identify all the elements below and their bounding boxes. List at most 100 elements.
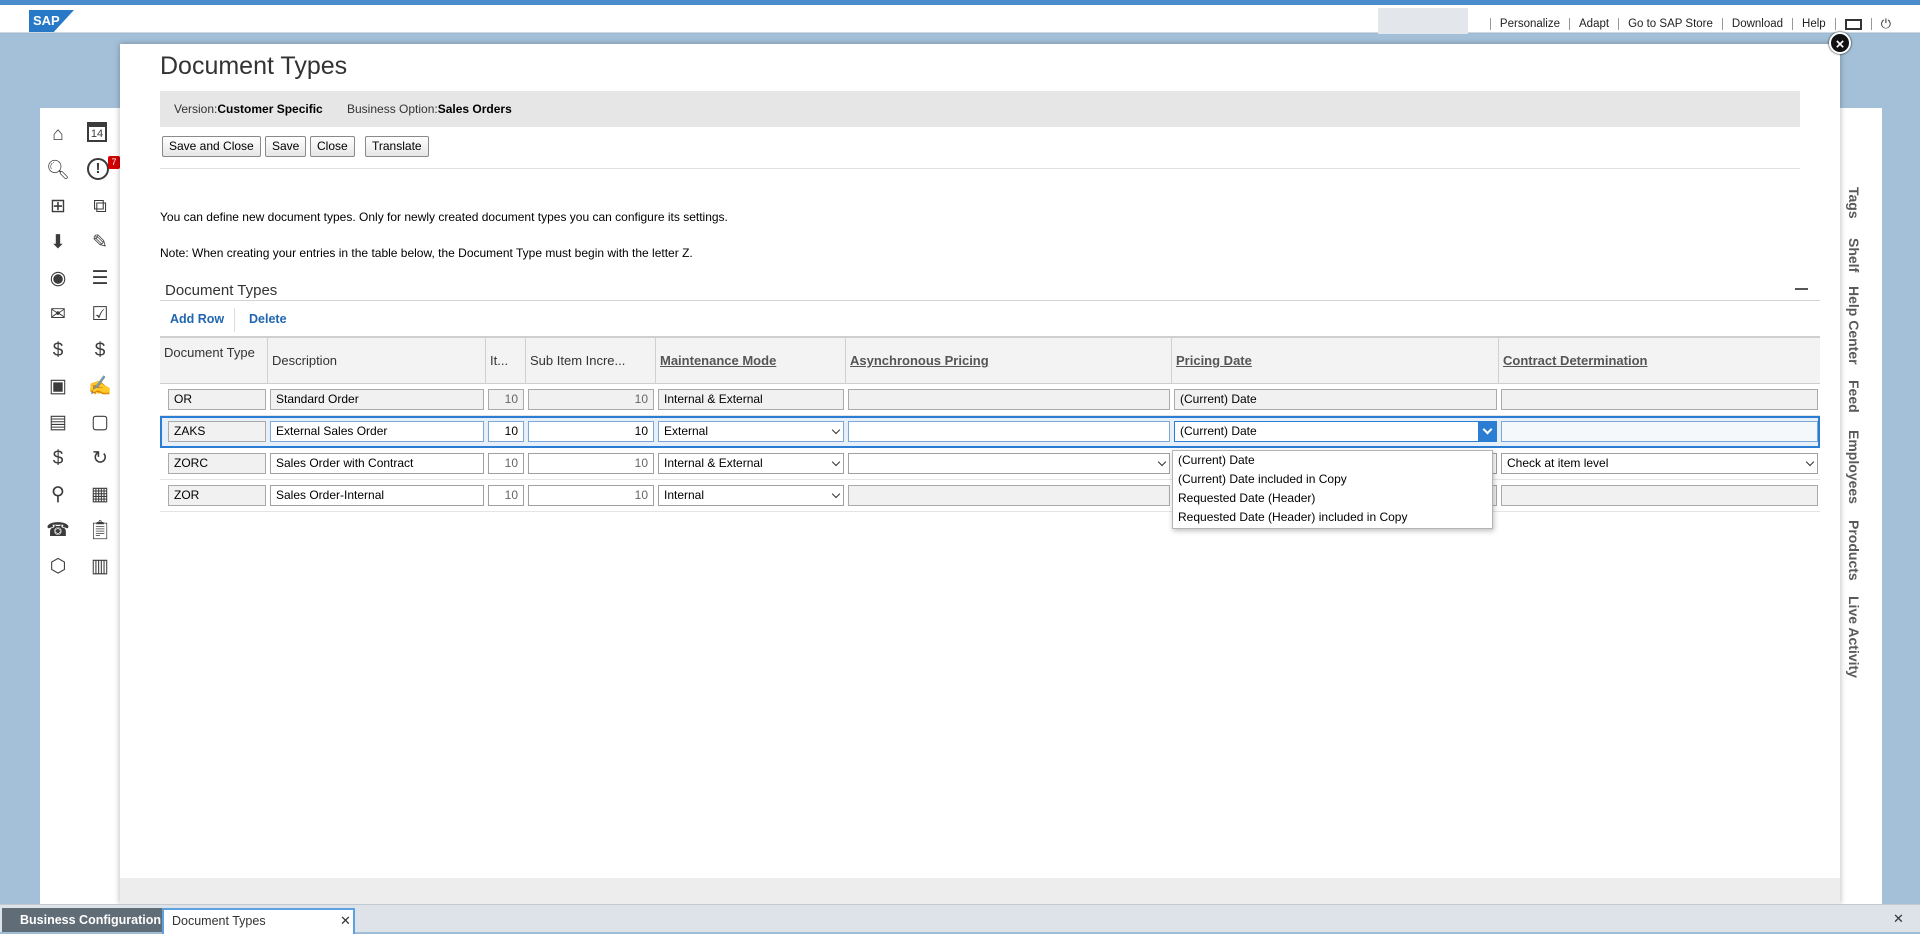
version-label: Version: bbox=[174, 102, 218, 116]
task-tab-document-types[interactable]: Document Types bbox=[162, 908, 355, 934]
download-link[interactable]: Download bbox=[1721, 18, 1792, 30]
table-row[interactable]: ZORC Sales Order with Contract 10 10 Int… bbox=[160, 448, 1820, 480]
dropdown-option[interactable]: Requested Date (Header) bbox=[1173, 489, 1492, 508]
person-card-icon[interactable]: ▣ bbox=[45, 374, 71, 400]
side-tab-tags[interactable]: Tags bbox=[1846, 187, 1862, 219]
search-icon[interactable]: 🔍︎ bbox=[45, 158, 71, 184]
close-all-tabs-icon[interactable]: ✕ bbox=[1893, 911, 1904, 927]
maintenance-mode-select[interactable]: External bbox=[658, 421, 844, 442]
table-row[interactable]: OR Standard Order 10 10 Internal & Exter… bbox=[160, 384, 1820, 416]
documents-icon[interactable]: ▥ bbox=[87, 554, 113, 580]
item-increment-input[interactable]: 10 bbox=[488, 453, 524, 474]
analysis-icon[interactable]: ✎ bbox=[87, 230, 113, 256]
save-and-close-button[interactable]: Save and Close bbox=[162, 136, 261, 157]
contract-determination-select[interactable]: Check at item level bbox=[1501, 453, 1818, 474]
phone-fax-icon[interactable]: ☎ bbox=[45, 518, 71, 544]
edit-doc-icon[interactable]: ✍ bbox=[87, 374, 113, 400]
side-tab-shelf[interactable]: Shelf bbox=[1846, 238, 1862, 272]
personalize-link[interactable]: Personalize bbox=[1489, 18, 1569, 30]
async-pricing-select[interactable] bbox=[848, 453, 1170, 474]
calendar-alt-icon[interactable]: ▦ bbox=[87, 482, 113, 508]
person-icon[interactable]: ◉ bbox=[45, 266, 71, 292]
header-maintenance-mode[interactable]: Maintenance Mode bbox=[656, 338, 846, 384]
alert-icon[interactable]: ! bbox=[87, 158, 109, 180]
calendar-icon[interactable]: 14 bbox=[87, 122, 107, 142]
adapt-link[interactable]: Adapt bbox=[1569, 18, 1618, 30]
async-pricing-input[interactable] bbox=[848, 421, 1170, 442]
side-tab-feed[interactable]: Feed bbox=[1846, 380, 1862, 413]
contract-determination-input[interactable] bbox=[1501, 421, 1818, 442]
translate-button[interactable]: Translate bbox=[365, 136, 429, 157]
tasks-icon[interactable]: ☑ bbox=[87, 302, 113, 328]
note-text: Note: When creating your entries in the … bbox=[160, 246, 693, 260]
side-tab-help-center[interactable]: Help Center bbox=[1846, 286, 1862, 365]
maintenance-mode-value: Internal bbox=[664, 488, 705, 502]
side-tab-products[interactable]: Products bbox=[1846, 520, 1862, 581]
header-contract-determination[interactable]: Contract Determination bbox=[1499, 338, 1820, 384]
table-row-selected[interactable]: ZAKS External Sales Order 10 10 External… bbox=[160, 416, 1820, 448]
coin-icon[interactable]: $ bbox=[87, 338, 113, 364]
header-document-type[interactable]: Document Type bbox=[160, 338, 268, 384]
header-sub-item-increment[interactable]: Sub Item Incre... bbox=[526, 338, 656, 384]
description-input[interactable]: External Sales Order bbox=[270, 421, 484, 442]
help-link[interactable]: Help bbox=[1792, 18, 1835, 30]
right-side-panel: Tags Shelf Help Center Feed Employees Pr… bbox=[1840, 108, 1882, 904]
box-icon[interactable]: ⬡ bbox=[45, 554, 71, 580]
header-item-increment[interactable]: It... bbox=[486, 338, 526, 384]
sub-item-increment-input[interactable]: 10 bbox=[528, 421, 654, 442]
task-tab-business-configuration[interactable]: Business Configuration bbox=[2, 908, 179, 932]
logoff-button[interactable]: ⏻ bbox=[1870, 17, 1900, 31]
chevron-down-icon bbox=[831, 489, 841, 499]
contract-determination-cell bbox=[1501, 389, 1818, 410]
item-increment-input[interactable]: 10 bbox=[488, 485, 524, 506]
login-money-icon[interactable]: $ bbox=[45, 338, 71, 364]
mail-icon[interactable]: ✉ bbox=[45, 302, 71, 328]
window-icon bbox=[1844, 19, 1862, 31]
table-row[interactable]: ZOR Sales Order-Internal 10 10 Internal bbox=[160, 480, 1820, 512]
dropdown-option[interactable]: (Current) Date included in Copy bbox=[1173, 470, 1492, 489]
dropdown-option[interactable]: Requested Date (Header) included in Copy bbox=[1173, 508, 1492, 527]
sap-store-link[interactable]: Go to SAP Store bbox=[1618, 18, 1722, 30]
invoice-icon[interactable]: ▤ bbox=[45, 410, 71, 436]
doc-type-cell: ZAKS bbox=[168, 421, 266, 442]
close-tab-icon[interactable]: ✕ bbox=[340, 913, 351, 929]
description-input[interactable]: Sales Order with Contract bbox=[270, 453, 484, 474]
money-cycle-icon[interactable]: ↻ bbox=[87, 446, 113, 472]
shell-bar: SAP Personalize Adapt Go to SAP Store Do… bbox=[0, 5, 1920, 40]
download-icon[interactable]: ⬇ bbox=[45, 230, 71, 256]
item-increment-input[interactable]: 10 bbox=[488, 421, 524, 442]
map-pin-icon[interactable]: ⚲ bbox=[45, 482, 71, 508]
close-button[interactable]: Close bbox=[310, 136, 355, 157]
close-dialog-button[interactable]: × bbox=[1829, 32, 1851, 54]
collapse-section-button[interactable] bbox=[1795, 288, 1808, 290]
maintenance-mode-select[interactable]: Internal bbox=[658, 485, 844, 506]
sub-item-increment-input[interactable]: 10 bbox=[528, 485, 654, 506]
section-divider bbox=[160, 300, 1820, 301]
save-button[interactable]: Save bbox=[265, 136, 307, 157]
window-toggle-button[interactable] bbox=[1834, 17, 1871, 31]
description-input[interactable]: Sales Order-Internal bbox=[270, 485, 484, 506]
boxes-icon[interactable]: ⧉ bbox=[87, 194, 113, 220]
sap-logo[interactable]: SAP bbox=[29, 10, 74, 32]
maintenance-mode-select[interactable]: Internal & External bbox=[658, 453, 844, 474]
home-icon[interactable]: ⌂ bbox=[45, 122, 71, 148]
org-chart-icon[interactable]: ⊞ bbox=[45, 194, 71, 220]
dropdown-option[interactable]: (Current) Date bbox=[1173, 451, 1492, 470]
side-tab-employees[interactable]: Employees bbox=[1846, 430, 1862, 504]
async-pricing-cell bbox=[848, 485, 1170, 506]
header-description[interactable]: Description bbox=[268, 338, 486, 384]
add-row-button[interactable]: Add Row bbox=[170, 312, 224, 326]
clipboard-icon[interactable]: 📋︎ bbox=[87, 518, 113, 544]
form-icon[interactable]: ▢ bbox=[87, 410, 113, 436]
async-pricing-cell bbox=[848, 389, 1170, 410]
people-list-icon[interactable]: ☰ bbox=[87, 266, 113, 292]
pricing-date-select[interactable]: (Current) Date bbox=[1174, 421, 1497, 442]
delete-button[interactable]: Delete bbox=[249, 312, 287, 326]
task-tab-label: Document Types bbox=[172, 914, 266, 928]
header-pricing-date[interactable]: Pricing Date bbox=[1172, 338, 1499, 384]
dollar-doc-icon[interactable]: $ bbox=[45, 446, 71, 472]
header-asynchronous-pricing[interactable]: Asynchronous Pricing bbox=[846, 338, 1172, 384]
dropdown-toggle-icon[interactable] bbox=[1478, 422, 1496, 441]
sub-item-increment-input[interactable]: 10 bbox=[528, 453, 654, 474]
side-tab-live-activity[interactable]: Live Activity bbox=[1846, 596, 1862, 678]
